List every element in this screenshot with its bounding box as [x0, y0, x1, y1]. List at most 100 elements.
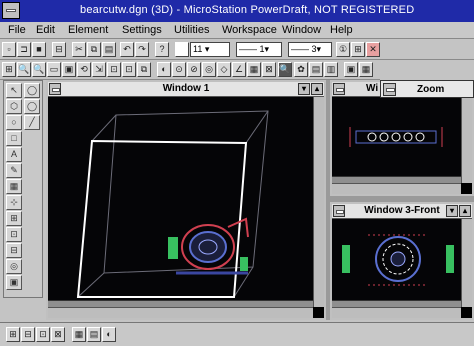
bottom-tool-6-icon[interactable]: ▤ — [87, 327, 101, 342]
render-icon[interactable]: ◐ — [157, 62, 171, 77]
zoom-in-icon[interactable]: 🔍 — [17, 62, 31, 77]
view-previous-icon[interactable]: ⊡ — [107, 62, 121, 77]
window-3-horizontal-scrollbar[interactable] — [332, 307, 461, 318]
bottom-tool-4-icon[interactable]: ⊠ — [51, 327, 65, 342]
rotate-view-icon[interactable]: ⟲ — [77, 62, 91, 77]
modify-icon[interactable]: ⊞ — [6, 211, 22, 226]
lock-icon[interactable]: ✕ — [366, 42, 380, 57]
coordinate-icon[interactable]: ⊞ — [351, 42, 365, 57]
reference-icon[interactable]: ▣ — [344, 62, 358, 77]
view-next-icon[interactable]: ⊡ — [122, 62, 136, 77]
cell-icon[interactable]: ✎ — [6, 163, 22, 178]
window-2-system-menu-icon[interactable] — [333, 83, 345, 95]
menu-file[interactable]: File — [8, 24, 26, 36]
bottom-tool-5-icon[interactable]: ▦ — [72, 327, 86, 342]
arc-icon[interactable]: ◯ — [24, 83, 40, 98]
snap-icon[interactable]: ⊠ — [262, 62, 276, 77]
line-weight-combo[interactable]: —— 3▾ — [288, 42, 332, 57]
window-2-vertical-scrollbar[interactable] — [461, 97, 472, 183]
bottom-tool-1-icon[interactable]: ⊞ — [6, 327, 20, 342]
pan-view-icon[interactable]: ⇲ — [92, 62, 106, 77]
window-2-view-controls[interactable] — [332, 176, 461, 183]
front-view-support-left — [342, 245, 350, 273]
active-depth-icon[interactable]: ◎ — [202, 62, 216, 77]
group-icon[interactable]: ⊟ — [6, 243, 22, 258]
camera-icon[interactable]: ⊙ — [172, 62, 186, 77]
paste-icon[interactable]: ▤ — [102, 42, 116, 57]
menu-settings[interactable]: Settings — [122, 24, 162, 36]
window-3-system-menu-icon[interactable] — [333, 205, 345, 217]
display-depth-icon[interactable]: ⊘ — [187, 62, 201, 77]
level-combo[interactable]: 11 ▾ — [190, 42, 230, 57]
window-1-horizontal-scrollbar[interactable] — [48, 307, 313, 318]
window-3-title: Window 3-Front — [364, 205, 440, 216]
text-icon[interactable]: A — [6, 147, 22, 162]
bottom-tool-7-icon[interactable]: ◐ — [102, 327, 116, 342]
menu-utilities[interactable]: Utilities — [174, 24, 209, 36]
analyze-icon[interactable]: ▦ — [247, 62, 261, 77]
window-3-maximize-icon[interactable]: ▴ — [459, 205, 471, 217]
window-1-view-controls[interactable] — [48, 300, 313, 307]
ellipse-icon[interactable]: ◯ — [24, 99, 40, 114]
delete-icon[interactable]: ▣ — [6, 275, 22, 290]
clip-volume-icon[interactable]: ◇ — [217, 62, 231, 77]
view-window-1[interactable]: Window 1 ▾ ▴ — [46, 80, 326, 320]
window-area-icon[interactable]: ▭ — [47, 62, 61, 77]
saved-views-icon[interactable]: ▥ — [324, 62, 338, 77]
pattern-icon[interactable]: ▦ — [6, 179, 22, 194]
menu-element[interactable]: Element — [68, 24, 108, 36]
window-3-minimize-icon[interactable]: ▾ — [446, 205, 458, 217]
measure-tool-icon[interactable]: ◎ — [6, 259, 22, 274]
menu-help[interactable]: Help — [330, 24, 353, 36]
window-3-viewport[interactable] — [332, 219, 461, 300]
measure-icon[interactable]: ∠ — [232, 62, 246, 77]
open-file-icon[interactable]: ⊐ — [17, 42, 31, 57]
view-window-3-front[interactable]: Window 3-Front ▾ ▴ — [330, 202, 474, 320]
copy-view-icon[interactable]: ⧉ — [137, 62, 151, 77]
cut-icon[interactable]: ✂ — [72, 42, 86, 57]
window-3-view-controls[interactable] — [332, 300, 461, 307]
copy-icon[interactable]: ⧉ — [87, 42, 101, 57]
window-1-maximize-icon[interactable]: ▴ — [311, 83, 323, 95]
system-menu-icon[interactable] — [2, 2, 20, 19]
dimension-icon[interactable]: ⊹ — [6, 195, 22, 210]
bottom-tool-3-icon[interactable]: ⊡ — [36, 327, 50, 342]
fence-icon[interactable]: ⬡ — [6, 99, 22, 114]
update-view-icon[interactable]: ⊞ — [2, 62, 16, 77]
save-icon[interactable]: ■ — [32, 42, 46, 57]
zoom-dialog[interactable]: Zoom — [380, 80, 474, 98]
rectangle-icon[interactable]: □ — [6, 131, 22, 146]
circle-icon[interactable]: ○ — [6, 115, 22, 130]
window-1-viewport[interactable] — [48, 97, 313, 300]
menu-edit[interactable]: Edit — [36, 24, 55, 36]
window-3-vertical-scrollbar[interactable] — [461, 219, 472, 307]
window-3-titlebar[interactable]: Window 3-Front ▾ ▴ — [332, 204, 472, 219]
element-selection-icon[interactable]: ↖ — [6, 83, 22, 98]
new-file-icon[interactable]: ▫ — [2, 42, 16, 57]
menu-window[interactable]: Window — [282, 24, 321, 36]
fit-view-icon[interactable]: ▣ — [62, 62, 76, 77]
line-icon[interactable]: ╱ — [24, 115, 40, 130]
window-1-titlebar[interactable]: Window 1 ▾ ▴ — [48, 82, 324, 97]
settings-icon[interactable]: ▦ — [359, 62, 373, 77]
zoom-dialog-system-menu-icon[interactable] — [383, 83, 396, 96]
undo-icon[interactable]: ↶ — [120, 42, 134, 57]
color-swatch-icon[interactable] — [175, 42, 189, 57]
redo-icon[interactable]: ↷ — [135, 42, 149, 57]
bottom-tool-2-icon[interactable]: ⊟ — [21, 327, 35, 342]
line-style-combo[interactable]: —— 1▾ — [236, 42, 282, 57]
print-icon[interactable]: ⊟ — [52, 42, 66, 57]
zoom-out-icon[interactable]: 🔍 — [32, 62, 46, 77]
element-info-icon[interactable]: ① — [336, 42, 350, 57]
view-attributes-icon[interactable]: ✿ — [294, 62, 308, 77]
window-1-system-menu-icon[interactable] — [49, 83, 61, 95]
window-1-minimize-icon[interactable]: ▾ — [298, 83, 310, 95]
manipulate-icon[interactable]: ⊡ — [6, 227, 22, 242]
window-2-viewport[interactable] — [332, 97, 461, 176]
zoom-tool-icon[interactable]: 🔍 — [278, 62, 292, 77]
help-icon[interactable]: ? — [155, 42, 169, 57]
window-2-horizontal-scrollbar[interactable] — [332, 183, 461, 194]
level-display-icon[interactable]: ▤ — [309, 62, 323, 77]
window-1-vertical-scrollbar[interactable] — [313, 97, 324, 307]
menu-workspace[interactable]: Workspace — [222, 24, 277, 36]
